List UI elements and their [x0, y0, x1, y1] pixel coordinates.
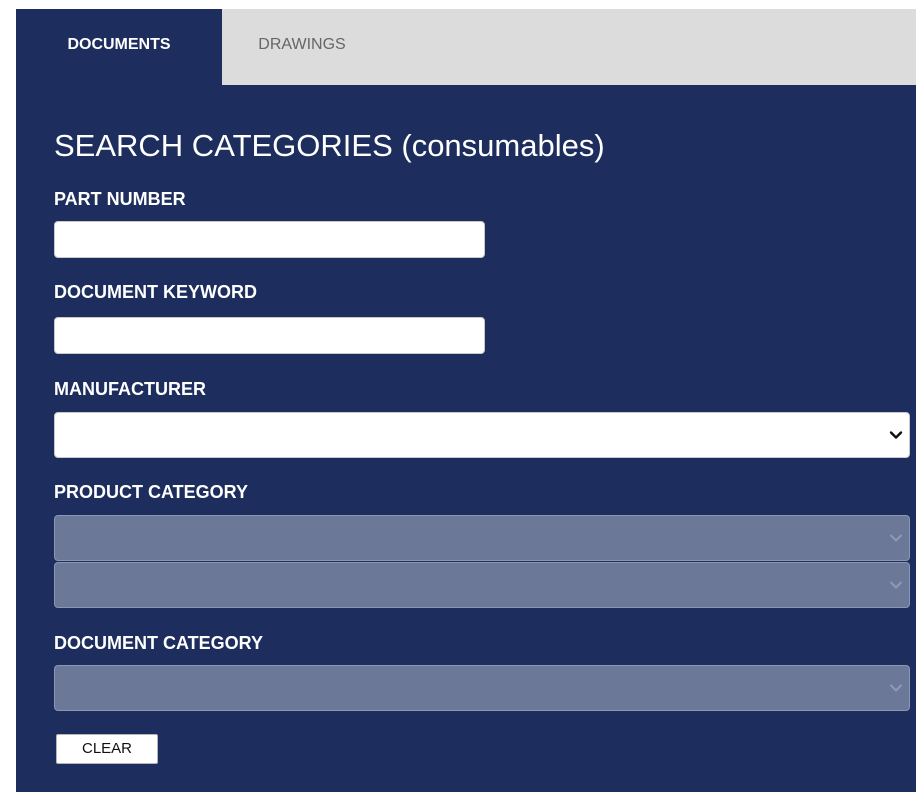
document-keyword-label: DOCUMENT KEYWORD	[54, 282, 257, 302]
tab-drawings[interactable]: DRAWINGS	[222, 9, 382, 85]
chevron-down-icon	[889, 431, 903, 439]
chevron-down-icon	[890, 684, 902, 692]
product-category-label: PRODUCT CATEGORY	[54, 482, 249, 502]
product-category-select-level1	[54, 515, 910, 561]
tab-bar: DOCUMENTS DRAWINGS	[16, 9, 916, 85]
manufacturer-label: MANUFACTURER	[54, 379, 206, 399]
clear-button[interactable]: CLEAR	[56, 734, 158, 764]
part-number-label: PART NUMBER	[54, 189, 186, 209]
tab-documents[interactable]: DOCUMENTS	[16, 9, 222, 85]
search-panel: DOCUMENTS DRAWINGS SEARCH CATEGORIES (co…	[16, 9, 916, 792]
document-category-label: DOCUMENT CATEGORY	[54, 633, 263, 653]
part-number-input[interactable]	[54, 221, 485, 258]
page-title: SEARCH CATEGORIES (consumables)	[54, 128, 605, 163]
chevron-down-icon	[890, 534, 902, 542]
tab-drawings-label: DRAWINGS	[258, 36, 346, 53]
document-category-select	[54, 665, 910, 711]
manufacturer-select[interactable]	[54, 412, 910, 458]
document-keyword-input[interactable]	[54, 317, 485, 354]
tab-documents-label: DOCUMENTS	[67, 36, 171, 53]
product-category-select-level2	[54, 562, 910, 608]
chevron-down-icon	[890, 581, 902, 589]
